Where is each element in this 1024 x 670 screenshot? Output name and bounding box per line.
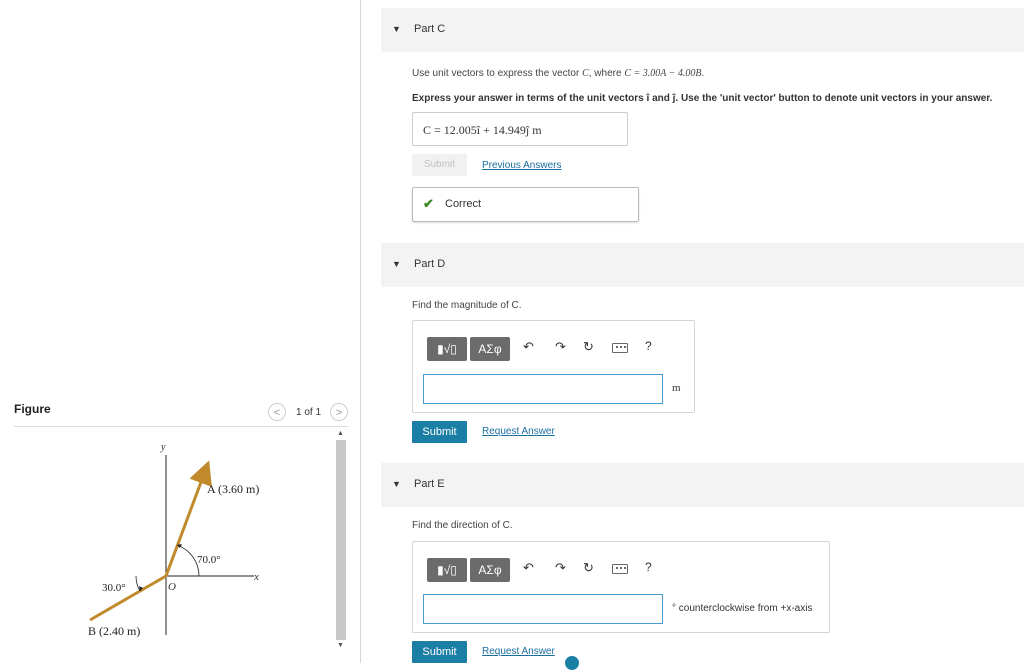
part-e-header[interactable]: ▼ Part E — [381, 463, 1024, 507]
part-d-header[interactable]: ▼ Part D — [381, 243, 1024, 287]
symbols-button[interactable]: ΑΣφ — [470, 558, 510, 582]
panel-divider — [360, 0, 361, 663]
part-c-prompt: Use unit vectors to express the vector C… — [412, 68, 705, 79]
x-axis-label: x — [253, 571, 259, 583]
scrollbar-thumb[interactable] — [336, 440, 346, 640]
scroll-up-icon[interactable]: ▲ — [337, 430, 344, 437]
part-e-input[interactable] — [423, 594, 663, 624]
help-icon[interactable]: ? — [645, 339, 652, 353]
part-d-title: Part D — [414, 258, 446, 270]
collapse-triangle-icon[interactable]: ▼ — [392, 259, 401, 269]
part-c-header[interactable]: ▼ Part C — [381, 8, 1024, 52]
y-axis-label: y — [160, 442, 166, 453]
collapse-triangle-icon[interactable]: ▼ — [392, 479, 401, 489]
part-c-instruction: Express your answer in terms of the unit… — [412, 93, 993, 104]
angle-b-label: 30.0° — [102, 582, 126, 594]
redo-icon[interactable]: ↷ — [555, 339, 566, 355]
reset-icon[interactable]: ↻ — [583, 560, 594, 576]
reset-icon[interactable]: ↻ — [583, 339, 594, 355]
redo-icon[interactable]: ↷ — [555, 560, 566, 576]
figure-divider — [14, 426, 348, 427]
help-bubble-icon[interactable] — [565, 656, 579, 670]
vector-a-label: A (3.60 m) — [207, 482, 259, 496]
figure-title: Figure — [14, 402, 51, 416]
vector-figure: y x O A (3.60 m) 70.0° 30.0° B (2.40 m) — [88, 442, 259, 638]
part-e-request-answer-link[interactable]: Request Answer — [482, 646, 555, 657]
part-c-answer-box: C = 12.005î + 14.949ĵ m — [412, 112, 628, 146]
angle-b-arc — [135, 575, 141, 592]
figure-next-button[interactable]: > — [330, 403, 348, 421]
keyboard-icon[interactable] — [612, 564, 628, 574]
part-e-editor: ▮√▯ ΑΣφ ↶ ↷ ↻ ? ° counterclockwise from … — [412, 541, 830, 633]
undo-icon[interactable]: ↶ — [523, 560, 534, 576]
part-d-submit-button[interactable]: Submit — [412, 421, 467, 443]
correct-feedback: ✔ Correct — [412, 187, 639, 222]
angle-a-label: 70.0° — [197, 554, 221, 566]
part-e-submit-button[interactable]: Submit — [412, 641, 467, 663]
templates-button[interactable]: ▮√▯ — [427, 558, 467, 582]
figure-scrollbar[interactable]: ▲ ▼ — [334, 430, 346, 655]
correct-label: Correct — [445, 198, 482, 210]
part-e-prompt: Find the direction of C. — [412, 520, 513, 531]
angle-a-arc — [176, 544, 200, 577]
figure-pager-text: 1 of 1 — [296, 407, 322, 418]
part-d-editor: ▮√▯ ΑΣφ ↶ ↷ ↻ ? m — [412, 320, 695, 413]
origin-label: O — [168, 581, 176, 593]
part-c-answer: C = 12.005î + 14.949ĵ m — [423, 123, 542, 137]
collapse-triangle-icon[interactable]: ▼ — [392, 24, 401, 34]
part-d-request-answer-link[interactable]: Request Answer — [482, 426, 555, 437]
keyboard-icon[interactable] — [612, 343, 628, 353]
scroll-down-icon[interactable]: ▼ — [337, 642, 344, 649]
vector-b-label: B (2.40 m) — [88, 624, 140, 638]
check-icon: ✔ — [423, 196, 434, 211]
help-icon[interactable]: ? — [645, 560, 652, 574]
part-e-title: Part E — [414, 478, 445, 490]
undo-icon[interactable]: ↶ — [523, 339, 534, 355]
part-d-prompt: Find the magnitude of C. — [412, 300, 522, 311]
part-c-submit-button[interactable]: Submit — [412, 154, 467, 176]
symbols-button[interactable]: ΑΣφ — [470, 337, 510, 361]
previous-answers-link[interactable]: Previous Answers — [482, 160, 561, 171]
part-d-unit: m — [672, 382, 681, 394]
part-d-input[interactable] — [423, 374, 663, 404]
part-c-title: Part C — [414, 23, 446, 35]
templates-button[interactable]: ▮√▯ — [427, 337, 467, 361]
part-e-unit: ° counterclockwise from +x-axis — [672, 603, 813, 614]
figure-prev-button[interactable]: < — [268, 403, 286, 421]
